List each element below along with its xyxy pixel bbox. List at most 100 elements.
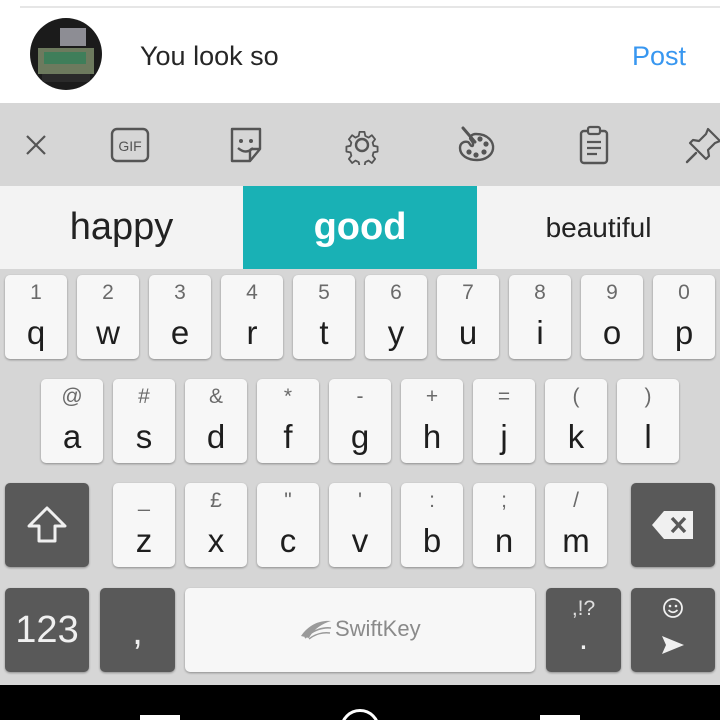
key-label: z	[135, 522, 153, 559]
key-label: i	[536, 314, 544, 351]
key-label: d	[206, 418, 226, 455]
period-key-label: .	[578, 619, 589, 656]
system-nav-bar	[0, 685, 720, 720]
gear-icon[interactable]	[338, 121, 386, 169]
key-label: j	[500, 418, 508, 455]
gif-icon[interactable]: GIF	[106, 121, 154, 169]
key-t[interactable]: 5t	[293, 275, 355, 359]
key-c[interactable]: " c	[257, 483, 319, 567]
key-hint: (	[572, 385, 580, 408]
key-label: r	[246, 314, 258, 351]
key-label: w	[96, 314, 120, 351]
key-q[interactable]: 1q	[5, 275, 67, 359]
key-n[interactable]: ; n	[473, 483, 535, 567]
key-hint: ;	[501, 489, 507, 512]
key-w[interactable]: 2w	[77, 275, 139, 359]
key-p[interactable]: 0p	[653, 275, 715, 359]
keyboard: 1q2w3e4r5t6y7u8i9o0p @ a # s & d * f - g + h = j(k) l …	[0, 269, 720, 685]
key-label: t	[319, 314, 329, 351]
pin-icon[interactable]	[680, 121, 720, 169]
key-label: y	[387, 314, 405, 351]
key-u[interactable]: 7u	[437, 275, 499, 359]
key-hint: -	[356, 385, 364, 408]
key-label: o	[602, 314, 622, 351]
key-hint: 8	[534, 281, 546, 304]
key-label: g	[350, 418, 370, 455]
comment-input[interactable]: You look so	[140, 40, 279, 72]
key-o[interactable]: 9o	[581, 275, 643, 359]
key-h[interactable]: + h	[401, 379, 463, 463]
suggestion-strip: happy good beautiful	[0, 186, 720, 269]
send-icon	[662, 636, 684, 654]
backspace-icon	[652, 511, 693, 539]
suggestion-right[interactable]: beautiful	[477, 186, 720, 269]
key-label: b	[422, 522, 442, 559]
key-hint: '	[357, 489, 362, 512]
key-g[interactable]: -g	[329, 379, 391, 463]
avatar-photo-part	[60, 28, 86, 46]
key-label: l	[644, 418, 652, 455]
avatar-photo-part	[44, 52, 86, 64]
key-a[interactable]: @ a	[41, 379, 103, 463]
post-button[interactable]: Post	[632, 40, 686, 72]
key-label: a	[62, 418, 82, 455]
space-key[interactable]: SwiftKey	[185, 588, 535, 672]
key-hint: +	[425, 385, 439, 408]
key-x[interactable]: £ x	[185, 483, 247, 567]
close-icon[interactable]	[12, 121, 60, 169]
key-e[interactable]: 3e	[149, 275, 211, 359]
key-hint: @	[61, 385, 83, 408]
comma-key-label: ,	[132, 611, 143, 653]
key-d[interactable]: & d	[185, 379, 247, 463]
key-y[interactable]: 6y	[365, 275, 427, 359]
svg-text:GIF: GIF	[118, 138, 141, 154]
key-hint: 9	[606, 281, 618, 304]
key-s[interactable]: # s	[113, 379, 175, 463]
key-hint: 2	[102, 281, 114, 304]
key-hint: 3	[174, 281, 186, 304]
numbers-key[interactable]: 123	[5, 588, 89, 672]
key-j[interactable]: = j	[473, 379, 535, 463]
divider	[20, 6, 720, 8]
backspace-key[interactable]	[631, 483, 715, 567]
key-r[interactable]: 4r	[221, 275, 283, 359]
nav-recent-button[interactable]	[540, 715, 580, 720]
keyboard-toolbar: GIF	[0, 103, 720, 186]
key-l[interactable]: ) l	[617, 379, 679, 463]
comma-key[interactable]: ,	[100, 588, 175, 672]
key-label: c	[279, 522, 297, 559]
send-key[interactable]	[631, 588, 715, 672]
nav-back-button[interactable]	[140, 715, 180, 720]
palette-icon[interactable]	[452, 121, 500, 169]
shift-key[interactable]	[5, 483, 89, 567]
key-hint: "	[284, 489, 292, 512]
key-m[interactable]: / m	[545, 483, 607, 567]
avatar-photo-part	[42, 74, 90, 82]
suggestion-left[interactable]: happy	[0, 186, 243, 269]
key-hint: 6	[390, 281, 402, 304]
key-hint: *	[283, 385, 293, 408]
clipboard-icon[interactable]	[570, 121, 618, 169]
key-z[interactable]: _ z	[113, 483, 175, 567]
key-hint: :	[429, 489, 435, 512]
key-label: e	[170, 314, 190, 351]
key-k[interactable]: (k	[545, 379, 607, 463]
key-label: k	[567, 418, 585, 455]
suggestion-middle[interactable]: good	[243, 186, 477, 269]
key-hint: /	[573, 489, 579, 512]
comment-bar: You look so Post	[0, 0, 720, 103]
nav-home-button[interactable]	[340, 709, 380, 720]
key-b[interactable]: :b	[401, 483, 463, 567]
key-hint: 4	[246, 281, 258, 304]
space-key-label: SwiftKey	[335, 616, 421, 641]
key-i[interactable]: 8i	[509, 275, 571, 359]
key-label: n	[494, 522, 514, 559]
key-v[interactable]: ' v	[329, 483, 391, 567]
key-label: u	[458, 314, 478, 351]
key-hint: =	[497, 385, 511, 408]
sticker-icon[interactable]	[222, 121, 270, 169]
key-f[interactable]: * f	[257, 379, 319, 463]
key-hint: 0	[678, 281, 690, 304]
period-key[interactable]: ,!? .	[546, 588, 621, 672]
shift-icon	[27, 506, 67, 543]
